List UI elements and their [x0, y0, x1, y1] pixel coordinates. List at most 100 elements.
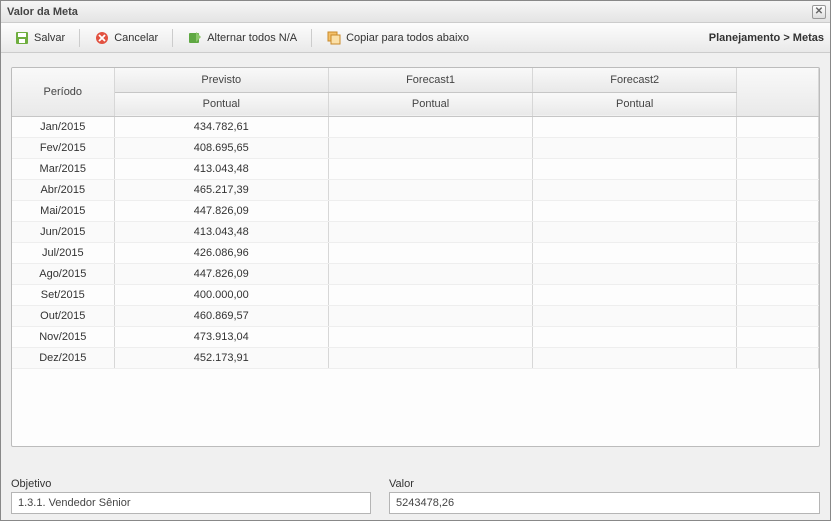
cell-previsto[interactable]: 447.826,09 — [114, 200, 328, 221]
cell-extra — [737, 326, 819, 347]
cell-previsto[interactable]: 473.913,04 — [114, 326, 328, 347]
cell-forecast1[interactable] — [328, 116, 532, 137]
cell-forecast2[interactable] — [533, 326, 737, 347]
col-header-forecast2[interactable]: Forecast2 — [533, 68, 737, 92]
table-row[interactable]: Ago/2015447.826,09 — [12, 263, 819, 284]
cell-forecast1[interactable] — [328, 221, 532, 242]
cell-forecast2[interactable] — [533, 284, 737, 305]
table-row[interactable]: Jan/2015434.782,61 — [12, 116, 819, 137]
table-row[interactable]: Dez/2015452.173,91 — [12, 347, 819, 368]
data-grid[interactable]: Período Previsto Forecast1 Forecast2 Pon… — [12, 68, 819, 369]
col-header-extra — [737, 68, 819, 116]
cell-previsto[interactable]: 452.173,91 — [114, 347, 328, 368]
bottom-fields: Objetivo Valor — [11, 478, 820, 514]
cell-extra — [737, 137, 819, 158]
cell-forecast2[interactable] — [533, 179, 737, 200]
cancel-button[interactable]: Cancelar — [87, 26, 165, 50]
cell-periodo[interactable]: Mar/2015 — [12, 158, 114, 179]
cell-forecast1[interactable] — [328, 284, 532, 305]
cell-previsto[interactable]: 413.043,48 — [114, 221, 328, 242]
cell-previsto[interactable]: 413.043,48 — [114, 158, 328, 179]
table-row[interactable]: Out/2015460.869,57 — [12, 305, 819, 326]
cell-previsto[interactable]: 434.782,61 — [114, 116, 328, 137]
valor-label: Valor — [389, 478, 820, 490]
table-row[interactable]: Fev/2015408.695,65 — [12, 137, 819, 158]
close-button[interactable]: ✕ — [812, 5, 826, 19]
table-row[interactable]: Jun/2015413.043,48 — [12, 221, 819, 242]
valor-group: Valor — [389, 478, 820, 514]
cell-previsto[interactable]: 447.826,09 — [114, 263, 328, 284]
cell-periodo[interactable]: Nov/2015 — [12, 326, 114, 347]
cell-forecast2[interactable] — [533, 137, 737, 158]
cell-periodo[interactable]: Dez/2015 — [12, 347, 114, 368]
cell-forecast1[interactable] — [328, 347, 532, 368]
objetivo-field[interactable] — [11, 492, 371, 514]
cell-forecast1[interactable] — [328, 179, 532, 200]
cell-periodo[interactable]: Mai/2015 — [12, 200, 114, 221]
cell-forecast2[interactable] — [533, 347, 737, 368]
window-title: Valor da Meta — [7, 6, 78, 18]
cell-extra — [737, 284, 819, 305]
cell-periodo[interactable]: Jan/2015 — [12, 116, 114, 137]
cell-periodo[interactable]: Out/2015 — [12, 305, 114, 326]
cell-previsto[interactable]: 460.869,57 — [114, 305, 328, 326]
cancel-icon — [94, 30, 110, 46]
valor-field[interactable] — [389, 492, 820, 514]
cell-periodo[interactable]: Fev/2015 — [12, 137, 114, 158]
col-sub-previsto[interactable]: Pontual — [114, 92, 328, 116]
cell-forecast2[interactable] — [533, 263, 737, 284]
cell-forecast2[interactable] — [533, 200, 737, 221]
cell-forecast2[interactable] — [533, 116, 737, 137]
cell-forecast2[interactable] — [533, 305, 737, 326]
col-header-previsto[interactable]: Previsto — [114, 68, 328, 92]
cell-forecast1[interactable] — [328, 137, 532, 158]
cell-extra — [737, 158, 819, 179]
table-row[interactable]: Nov/2015473.913,04 — [12, 326, 819, 347]
cell-periodo[interactable]: Abr/2015 — [12, 179, 114, 200]
cell-forecast1[interactable] — [328, 158, 532, 179]
cell-previsto[interactable]: 408.695,65 — [114, 137, 328, 158]
cell-extra — [737, 179, 819, 200]
table-row[interactable]: Abr/2015465.217,39 — [12, 179, 819, 200]
cell-extra — [737, 221, 819, 242]
cell-forecast2[interactable] — [533, 242, 737, 263]
cell-forecast1[interactable] — [328, 200, 532, 221]
cell-periodo[interactable]: Jun/2015 — [12, 221, 114, 242]
col-header-periodo[interactable]: Período — [12, 68, 114, 116]
separator — [311, 29, 312, 47]
cell-forecast1[interactable] — [328, 242, 532, 263]
cell-periodo[interactable]: Set/2015 — [12, 284, 114, 305]
table-row[interactable]: Mai/2015447.826,09 — [12, 200, 819, 221]
toggle-na-label: Alternar todos N/A — [207, 32, 297, 44]
copy-down-button[interactable]: Copiar para todos abaixo — [319, 26, 476, 50]
save-label: Salvar — [34, 32, 65, 44]
toggle-na-icon — [187, 30, 203, 46]
table-row[interactable]: Jul/2015426.086,96 — [12, 242, 819, 263]
cell-extra — [737, 305, 819, 326]
save-button[interactable]: Salvar — [7, 26, 72, 50]
cell-previsto[interactable]: 465.217,39 — [114, 179, 328, 200]
cancel-label: Cancelar — [114, 32, 158, 44]
objetivo-group: Objetivo — [11, 478, 371, 514]
cell-previsto[interactable]: 400.000,00 — [114, 284, 328, 305]
table-row[interactable]: Mar/2015413.043,48 — [12, 158, 819, 179]
col-sub-forecast1[interactable]: Pontual — [328, 92, 532, 116]
cell-forecast1[interactable] — [328, 305, 532, 326]
copy-down-label: Copiar para todos abaixo — [346, 32, 469, 44]
cell-forecast1[interactable] — [328, 263, 532, 284]
cell-extra — [737, 200, 819, 221]
col-header-forecast1[interactable]: Forecast1 — [328, 68, 532, 92]
cell-periodo[interactable]: Jul/2015 — [12, 242, 114, 263]
cell-forecast2[interactable] — [533, 221, 737, 242]
toggle-na-button[interactable]: Alternar todos N/A — [180, 26, 304, 50]
cell-previsto[interactable]: 426.086,96 — [114, 242, 328, 263]
col-sub-forecast2[interactable]: Pontual — [533, 92, 737, 116]
toolbar: Salvar Cancelar Alternar todos N/A Copia… — [1, 23, 830, 53]
cell-forecast1[interactable] — [328, 326, 532, 347]
separator — [79, 29, 80, 47]
grid-panel: Período Previsto Forecast1 Forecast2 Pon… — [11, 67, 820, 447]
cell-periodo[interactable]: Ago/2015 — [12, 263, 114, 284]
breadcrumb: Planejamento > Metas — [709, 32, 824, 44]
cell-forecast2[interactable] — [533, 158, 737, 179]
table-row[interactable]: Set/2015400.000,00 — [12, 284, 819, 305]
